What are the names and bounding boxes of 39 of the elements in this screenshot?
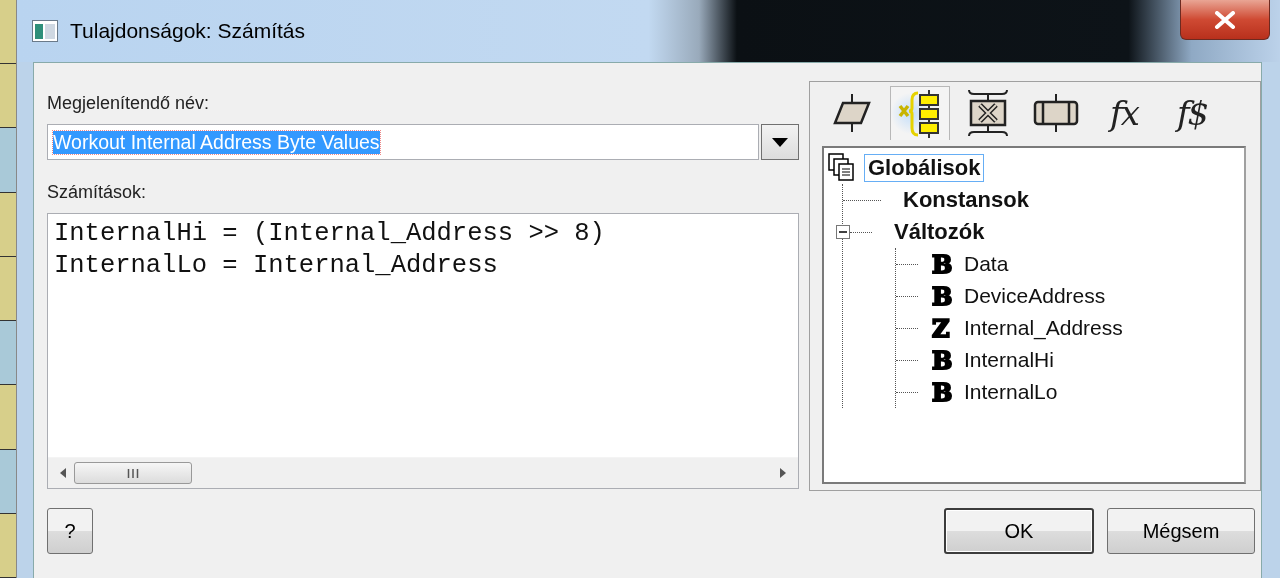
- caret-icon: [772, 137, 788, 147]
- close-button[interactable]: [1180, 0, 1270, 40]
- horizontal-scrollbar[interactable]: [48, 457, 798, 488]
- scroll-right-icon[interactable]: [780, 468, 786, 478]
- tree-item[interactable]: DeviceAddress: [960, 283, 1110, 309]
- dropdown-button[interactable]: [761, 124, 799, 160]
- scrollbar-thumb[interactable]: [74, 462, 192, 484]
- type-symbol: 𝔹: [932, 345, 952, 375]
- scroll-left-icon[interactable]: [60, 468, 66, 478]
- type-symbol: 𝔹: [932, 249, 952, 279]
- ok-button[interactable]: OK: [944, 508, 1094, 554]
- field-label: Megjelenítendő név:: [47, 93, 211, 114]
- process-box-icon: [1033, 93, 1079, 133]
- minus-icon: [839, 228, 847, 236]
- tree-item[interactable]: InternalLo: [960, 379, 1062, 405]
- field-label: Számítások:: [47, 182, 148, 203]
- help-button[interactable]: ?: [47, 508, 93, 554]
- toolbar-tab[interactable]: fx: [1094, 86, 1154, 140]
- tree-item[interactable]: Internal_Address: [960, 315, 1127, 341]
- variable-list-icon: [898, 89, 942, 138]
- tree-item[interactable]: Data: [960, 251, 1013, 277]
- type-symbol: 𝔹: [932, 377, 952, 407]
- cancel-button[interactable]: Mégsem: [1107, 508, 1255, 554]
- collapse-toggle[interactable]: [836, 225, 850, 239]
- tree-item[interactable]: Konstansok: [899, 186, 1033, 214]
- code-editor[interactable]: InternalHi = (Internal_Address >> 8) InternalLo = Internal_Address: [47, 213, 799, 489]
- toolbar-tab[interactable]: f$: [1162, 86, 1222, 140]
- tree-item[interactable]: Globálisok: [864, 154, 985, 182]
- tree-item[interactable]: InternalHi: [960, 347, 1058, 373]
- toolbar-tab[interactable]: [890, 86, 950, 140]
- tree-item[interactable]: Változók: [890, 218, 989, 246]
- crossed-box-icon: [966, 89, 1010, 137]
- close-icon: [1214, 10, 1236, 29]
- type-symbol: ℤ: [932, 313, 951, 343]
- window-icon: [32, 20, 58, 42]
- type-symbol: 𝔹: [932, 281, 952, 311]
- grip-icon: [127, 468, 139, 478]
- parallelogram-icon: [832, 93, 872, 133]
- window-title: Tulajdonságok: Számítás: [70, 19, 305, 43]
